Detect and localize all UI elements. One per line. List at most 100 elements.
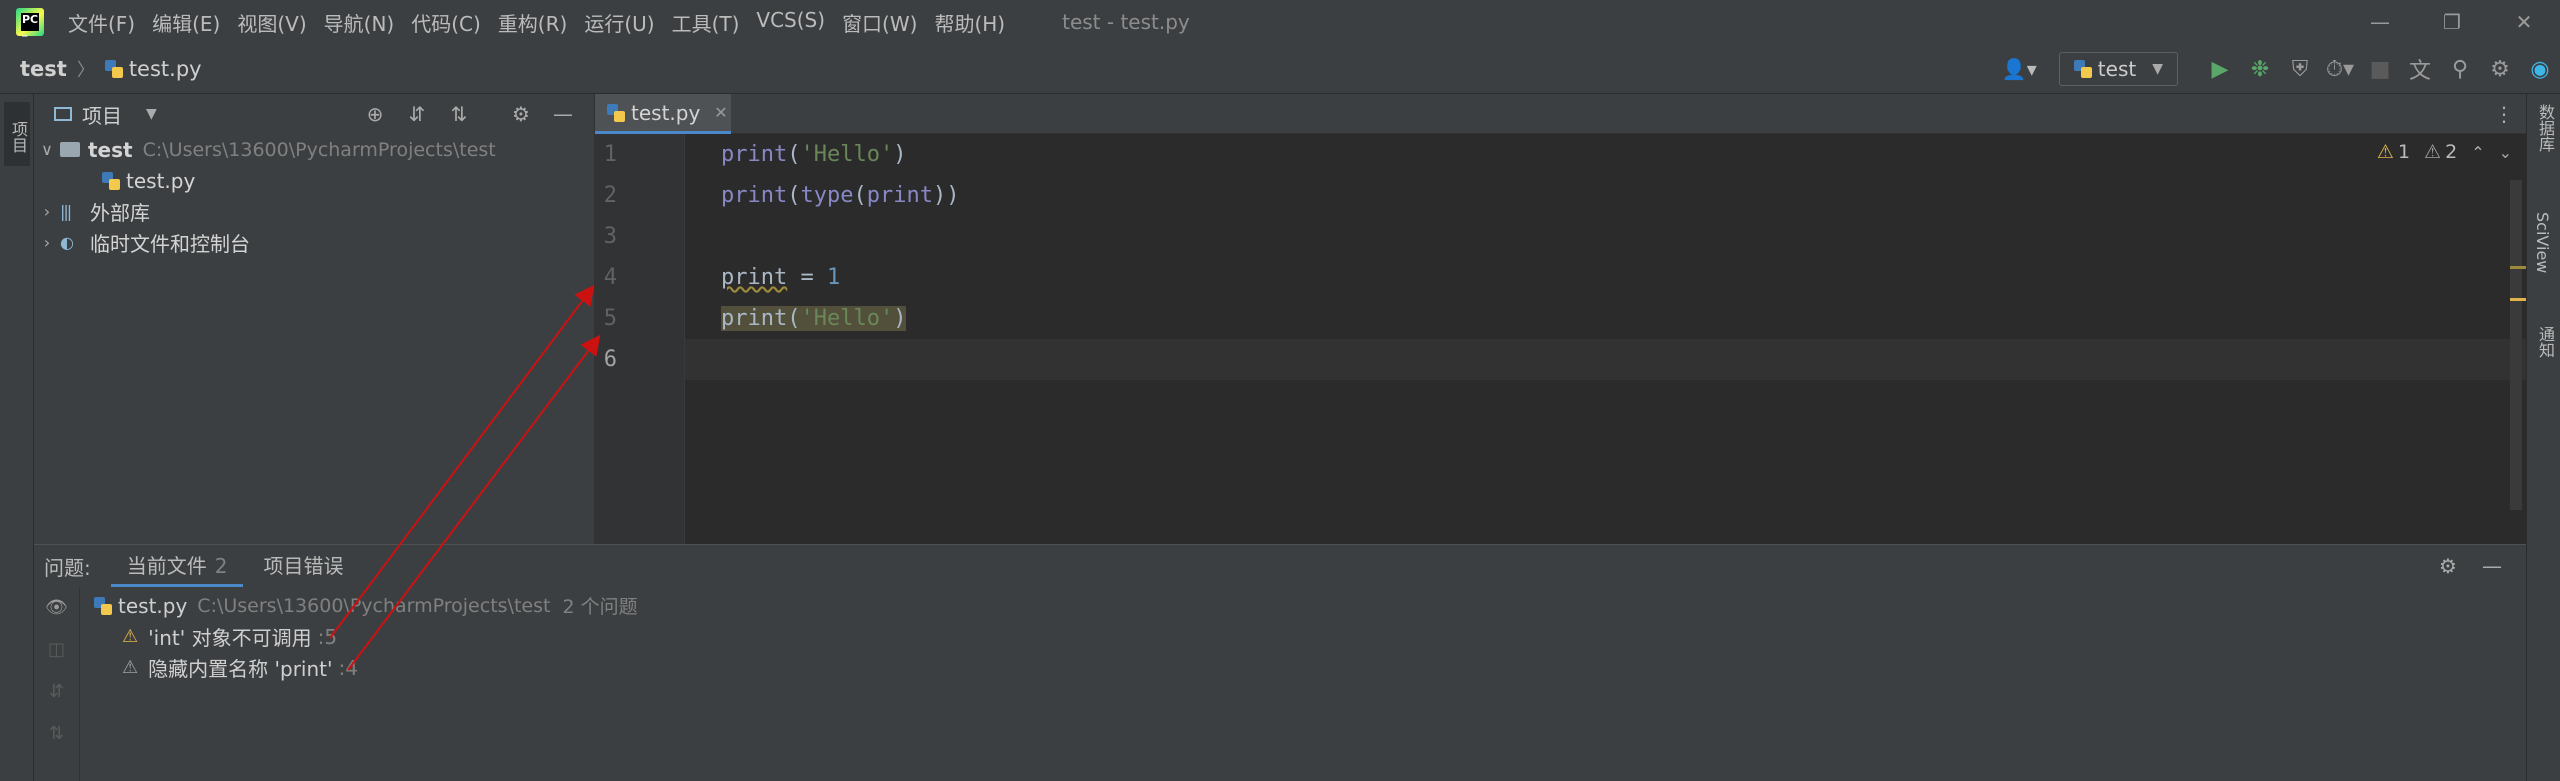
coverage-icon[interactable]: ⛨ bbox=[2280, 57, 2320, 82]
line-number: 4 bbox=[603, 265, 617, 290]
editor-tab-bar: test.py ✕ ⋮ bbox=[595, 94, 2526, 134]
preview-icon[interactable]: ◫ bbox=[34, 629, 79, 671]
menu-vcs[interactable]: VCS(S) bbox=[756, 8, 825, 37]
breadcrumb-separator-icon: 〉 bbox=[76, 59, 95, 81]
line-number: 5 bbox=[603, 306, 617, 331]
more-options-icon[interactable]: ⋮ bbox=[2494, 94, 2514, 134]
close-window-icon[interactable]: ✕ bbox=[2488, 10, 2560, 34]
project-panel-title: 项目 bbox=[82, 103, 122, 128]
gear-icon[interactable]: ⚙ bbox=[2480, 57, 2520, 82]
tab-project-errors[interactable]: 项目错误 bbox=[247, 545, 359, 587]
search-icon[interactable]: ⚲ bbox=[2440, 57, 2480, 82]
user-icon[interactable]: 👤▾ bbox=[2002, 57, 2037, 81]
collapse-all-icon[interactable]: ⇅ bbox=[438, 102, 480, 126]
menu-code[interactable]: 代码(C) bbox=[411, 8, 481, 37]
chevron-down-icon: ▼ bbox=[2152, 61, 2163, 77]
tab-current-file[interactable]: 当前文件 2 bbox=[110, 545, 244, 587]
menu-edit[interactable]: 编辑(E) bbox=[152, 8, 220, 37]
collapse-all-icon[interactable]: ⇅ bbox=[34, 713, 79, 755]
translate-icon[interactable]: 文 bbox=[2400, 53, 2440, 85]
warning-count: 1 bbox=[2397, 141, 2411, 163]
tab-label: test.py bbox=[631, 100, 701, 125]
debug-icon[interactable]: ❉ bbox=[2240, 57, 2280, 82]
expand-all-icon[interactable]: ⇵ bbox=[396, 102, 438, 126]
menu-navigate[interactable]: 导航(N) bbox=[324, 8, 395, 37]
menu-file[interactable]: 文件(F) bbox=[68, 8, 135, 37]
minimize-icon[interactable]: — bbox=[542, 102, 584, 126]
problem-message: 'int' 对象不可调用 bbox=[148, 626, 312, 650]
toolbar-right: 👤▾ test ▼ ▶ ❉ ⛨ ⏱▾ ■ 文 ⚲ ⚙ ◉ bbox=[2002, 44, 2560, 94]
restore-window-icon[interactable]: ❐ bbox=[2416, 10, 2488, 34]
problems-tools: ⚙ — bbox=[2426, 545, 2514, 587]
inspection-widget[interactable]: ⚠ 1 ⚠ 2 ⌃ ⌄ bbox=[2377, 134, 2526, 170]
python-config-icon bbox=[2073, 60, 2092, 78]
gear-icon[interactable]: ⚙ bbox=[2426, 554, 2470, 578]
right-tool-strip: 数据库 SciView 通知 bbox=[2526, 94, 2560, 781]
run-config-dropdown[interactable]: test ▼ bbox=[2058, 52, 2178, 86]
problems-panel: 问题: 当前文件 2 项目错误 ⚙ — 👁 ◫ ⇵ ⇅ test.py C:\Us… bbox=[34, 544, 2526, 781]
editor-scrollbar[interactable] bbox=[2510, 180, 2522, 510]
problem-file-summary: 2 个问题 bbox=[562, 596, 638, 618]
expand-all-icon[interactable]: ⇵ bbox=[34, 671, 79, 713]
project-tool-tab[interactable]: 项目 bbox=[4, 102, 30, 166]
scratch-icon: ◐ bbox=[60, 233, 74, 252]
tree-item-label: test bbox=[88, 137, 133, 162]
tree-item-path: C:\Users\13600\PycharmProjects\test bbox=[142, 138, 496, 161]
menu-run[interactable]: 运行(U) bbox=[584, 8, 654, 37]
menu-help[interactable]: 帮助(H) bbox=[934, 8, 1005, 37]
problem-file-row[interactable]: test.py C:\Users\13600\PycharmProjects\t… bbox=[94, 590, 638, 621]
stop-icon[interactable]: ■ bbox=[2360, 57, 2400, 82]
menu-window[interactable]: 窗口(W) bbox=[842, 8, 917, 37]
breadcrumb-file-label: test.py bbox=[128, 56, 202, 81]
menu-tools[interactable]: 工具(T) bbox=[672, 8, 740, 37]
problem-line: :4 bbox=[338, 655, 358, 680]
chevron-down-icon[interactable]: ∨ bbox=[34, 140, 60, 159]
breadcrumb-file[interactable]: test.py bbox=[104, 56, 202, 81]
problem-line: :5 bbox=[317, 624, 338, 649]
close-icon[interactable]: ✕ bbox=[714, 103, 727, 122]
problems-side-toolbar: 👁 ◫ ⇵ ⇅ bbox=[34, 587, 80, 781]
error-stripe-marker[interactable] bbox=[2510, 298, 2526, 301]
sciview-tool-tab[interactable]: SciView bbox=[2533, 212, 2552, 273]
chevron-right-icon[interactable]: › bbox=[34, 202, 60, 221]
tab-test-py[interactable]: test.py ✕ bbox=[595, 94, 731, 134]
python-file-icon bbox=[104, 59, 123, 78]
weak-warning-icon: ⚠ bbox=[122, 657, 139, 678]
tree-item-project-root[interactable]: ∨ test C:\Users\13600\PycharmProjects\te… bbox=[34, 134, 594, 165]
tree-item-label: test.py bbox=[126, 168, 196, 193]
chevron-down-icon[interactable]: ⌄ bbox=[2499, 143, 2512, 162]
code-area[interactable]: print('Hello') print(type(print)) print … bbox=[685, 134, 2526, 544]
project-view-selector[interactable]: 项目 ▼ bbox=[54, 100, 157, 129]
breadcrumb-project[interactable]: test bbox=[20, 57, 67, 81]
profile-icon[interactable]: ⏱▾ bbox=[2320, 57, 2360, 82]
tree-item-external-libraries[interactable]: › ||| 外部库 bbox=[34, 196, 594, 227]
error-stripe-marker[interactable] bbox=[2510, 266, 2526, 269]
problem-item[interactable]: ⚠ 'int' 对象不可调用 :5 bbox=[122, 621, 337, 652]
minimize-window-icon[interactable]: — bbox=[2344, 10, 2416, 34]
gear-icon[interactable]: ⚙ bbox=[500, 102, 542, 126]
problem-item[interactable]: ⚠ 隐藏内置名称 'print' :4 bbox=[122, 652, 358, 683]
line-number: 3 bbox=[603, 224, 617, 249]
chevron-right-icon[interactable]: › bbox=[34, 233, 60, 252]
menu-view[interactable]: 视图(V) bbox=[237, 8, 306, 37]
tree-item-test-py[interactable]: test.py bbox=[34, 165, 594, 196]
chevron-up-icon[interactable]: ⌃ bbox=[2471, 143, 2484, 162]
menu-refactor[interactable]: 重构(R) bbox=[498, 8, 568, 37]
library-icon: ||| bbox=[60, 202, 72, 221]
eye-icon[interactable]: 👁 bbox=[34, 587, 79, 629]
weak-warning-icon: ⚠ bbox=[2424, 141, 2442, 163]
project-view-icon bbox=[54, 107, 72, 121]
notifications-tool-tab[interactable]: 通知 bbox=[2533, 326, 2557, 358]
database-tool-tab[interactable]: 数据库 bbox=[2533, 104, 2557, 152]
navigation-bar: test 〉 test.py 👤▾ test ▼ ▶ ❉ ⛨ ⏱▾ ■ 文 ⚲ … bbox=[0, 44, 2560, 94]
tree-item-scratches[interactable]: › ◐ 临时文件和控制台 bbox=[34, 227, 594, 258]
ide-logo[interactable]: ◉ bbox=[2520, 57, 2560, 82]
warning-icon: ⚠ bbox=[2376, 141, 2394, 163]
locate-icon[interactable]: ⊕ bbox=[354, 102, 396, 126]
run-icon[interactable]: ▶ bbox=[2200, 57, 2240, 82]
problem-file-path: C:\Users\13600\PycharmProjects\test bbox=[197, 594, 551, 617]
title-bar: PC _ 文件(F) 编辑(E) 视图(V) 导航(N) 代码(C) 重构(R) … bbox=[0, 0, 2560, 44]
minimize-icon[interactable]: — bbox=[2470, 554, 2514, 578]
window-title: test - test.py bbox=[1062, 10, 1190, 34]
problem-message: 隐藏内置名称 'print' bbox=[148, 657, 333, 681]
